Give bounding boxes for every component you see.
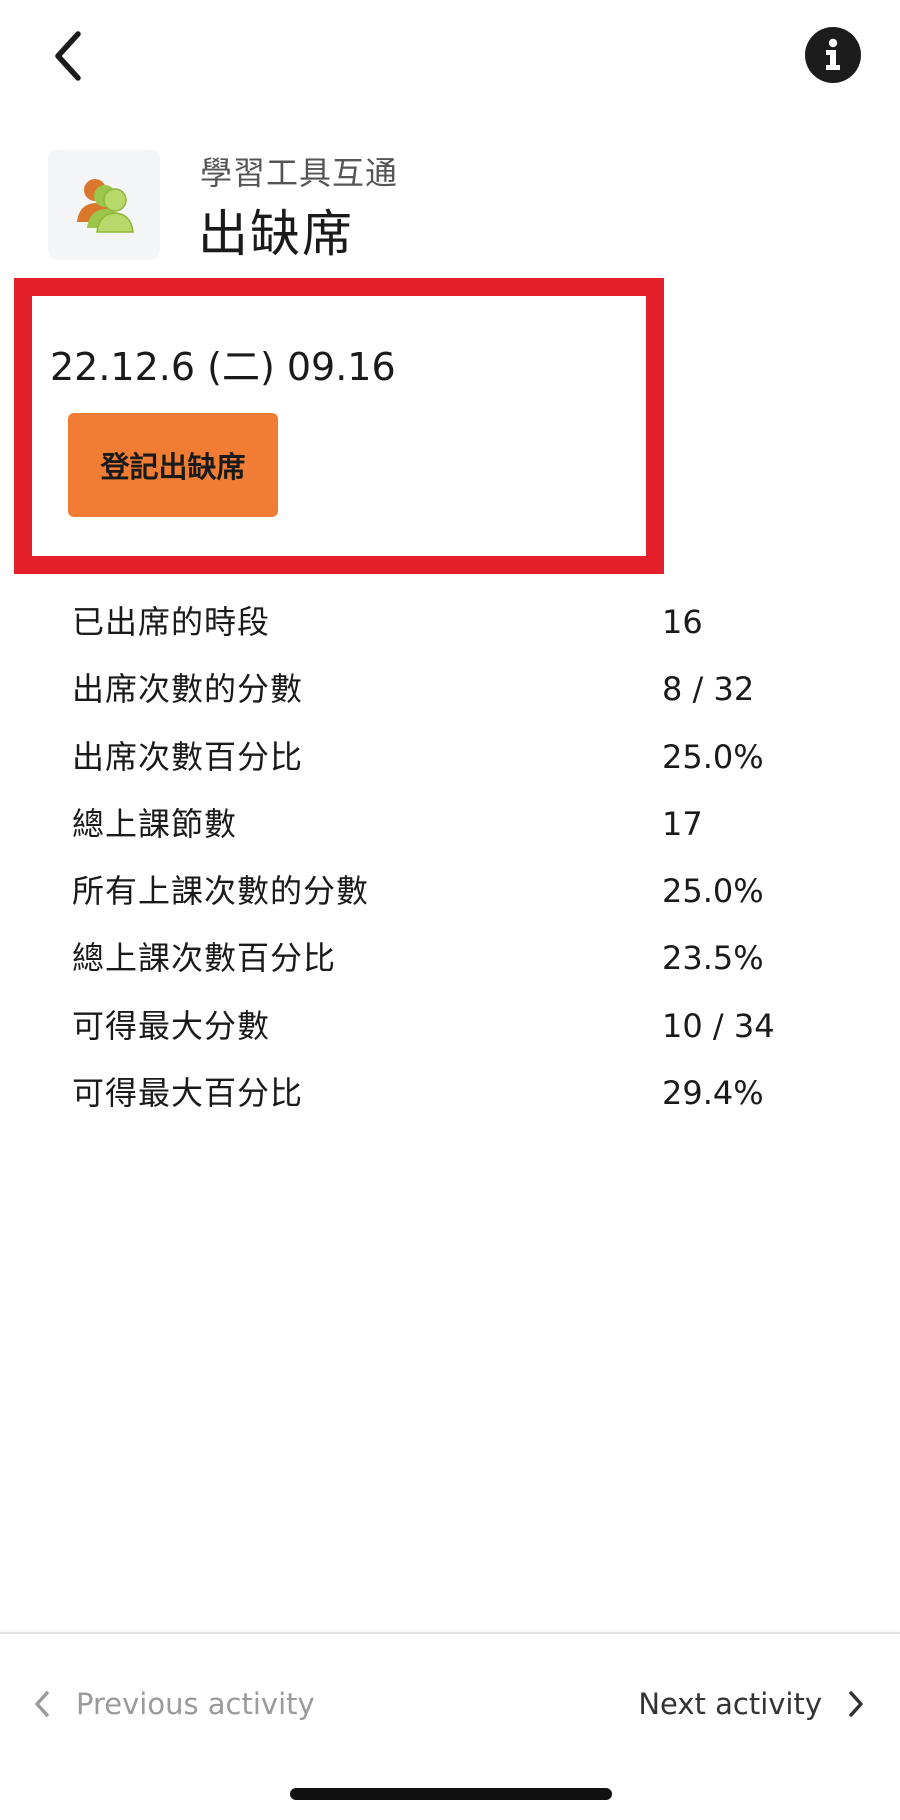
stat-row: 所有上課次數的分數 25.0%	[72, 865, 832, 932]
chevron-left-icon	[34, 1690, 50, 1718]
stat-value: 10 / 34	[662, 1006, 775, 1045]
stat-label: 總上課節數	[72, 804, 238, 843]
page-title: 出缺席	[198, 205, 354, 263]
stat-label: 出席次數百分比	[72, 737, 304, 776]
stats-list: 已出席的時段 16 出席次數的分數 8 / 32 出席次數百分比 25.0% 總…	[72, 596, 832, 1134]
stat-label: 總上課次數百分比	[72, 939, 337, 978]
stat-value: 23.5%	[662, 939, 764, 978]
stat-value: 8 / 32	[662, 670, 755, 709]
info-button[interactable]	[805, 27, 861, 83]
stat-row: 可得最大分數 10 / 34	[72, 1000, 832, 1067]
stat-row: 總上課節數 17	[72, 798, 832, 865]
stat-label: 可得最大分數	[72, 1006, 271, 1045]
stat-value: 17	[662, 804, 703, 843]
stat-row: 出席次數百分比 25.0%	[72, 731, 832, 798]
back-button[interactable]	[40, 24, 96, 88]
stat-row: 可得最大百分比 29.4%	[72, 1067, 832, 1134]
home-indicator[interactable]	[290, 1788, 612, 1800]
stat-value: 25.0%	[662, 737, 764, 776]
next-activity-label: Next activity	[638, 1687, 822, 1721]
previous-activity-link[interactable]: Previous activity	[34, 1674, 315, 1734]
stat-row: 出席次數的分數 8 / 32	[72, 663, 832, 730]
course-name: 學習工具互通	[200, 154, 399, 192]
attendance-people-icon	[77, 179, 134, 233]
next-activity-link[interactable]: Next activity	[638, 1674, 864, 1734]
stat-label: 出席次數的分數	[72, 670, 304, 709]
chevron-right-icon	[848, 1690, 864, 1718]
stat-label: 已出席的時段	[72, 603, 271, 641]
stat-row: 總上課次數百分比 23.5%	[72, 932, 832, 999]
stat-value: 16	[662, 603, 703, 641]
stat-row: 已出席的時段 16	[72, 596, 832, 663]
activity-icon-box	[48, 150, 160, 260]
attendance-page: 學習工具互通 出缺席 22.12.6 (二) 09.16 登記出缺席 已出席的時…	[0, 0, 900, 1820]
stat-value: 29.4%	[662, 1074, 764, 1113]
stat-label: 所有上課次數的分數	[72, 872, 370, 911]
info-icon	[826, 38, 840, 70]
stat-value: 25.0%	[662, 872, 764, 911]
previous-activity-label: Previous activity	[76, 1687, 315, 1721]
chevron-left-icon	[55, 31, 81, 81]
session-date: 22.12.6 (二) 09.16	[50, 345, 396, 389]
stat-label: 可得最大百分比	[72, 1074, 304, 1113]
record-attendance-button[interactable]: 登記出缺席	[68, 413, 278, 517]
